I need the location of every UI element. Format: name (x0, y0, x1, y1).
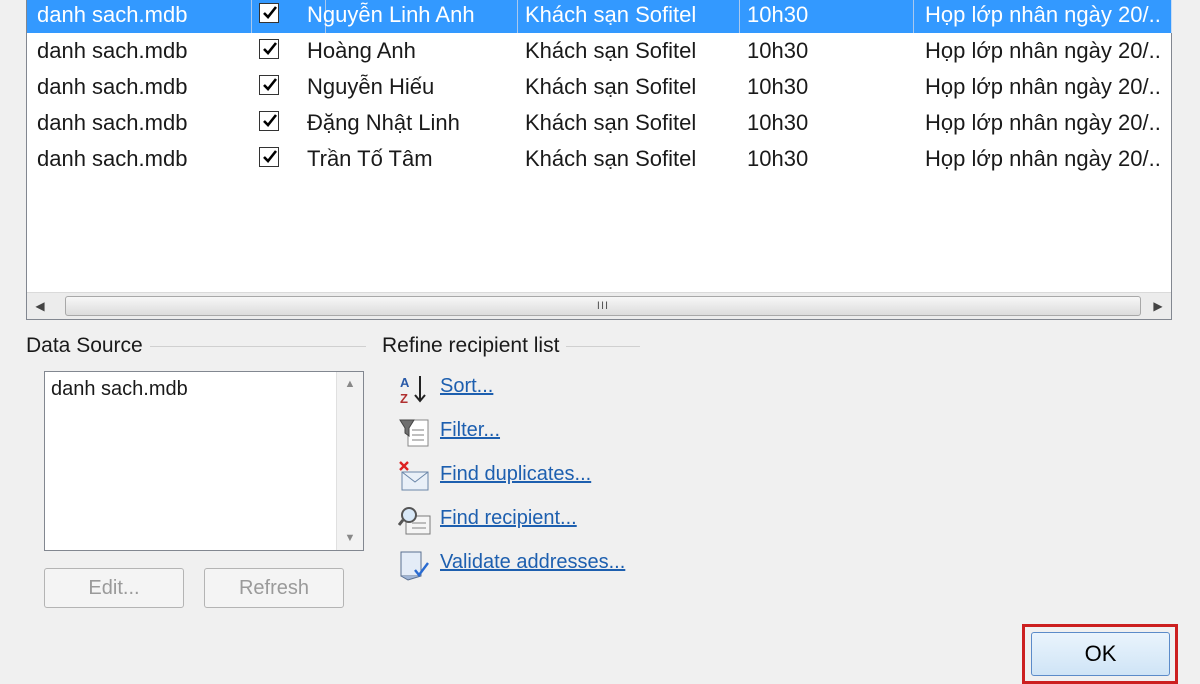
cell-name: Nguyễn Hiếu (307, 74, 435, 99)
cell-name: Nguyễn Linh Anh (307, 0, 518, 33)
table-row[interactable]: danh sach.mdb Nguyễn Hiếu Khách sạn Sofi… (27, 69, 1171, 105)
recipient-checkbox[interactable] (259, 3, 279, 23)
cell-name: Trần Tố Tâm (307, 146, 433, 171)
find-duplicates-icon (399, 461, 429, 491)
find-recipient-link[interactable]: Find recipient... (440, 507, 577, 530)
cell-location: Khách sạn Sofitel (525, 74, 697, 99)
scrollbar-grip: III (596, 300, 610, 312)
cell-note: Họp lớp nhân ngày 20/.. (925, 110, 1161, 135)
ok-button[interactable]: OK (1031, 632, 1170, 676)
svg-text:Z: Z (400, 391, 408, 406)
cell-note: Họp lớp nhân ngày 20/.. (925, 38, 1161, 63)
scroll-up-icon[interactable]: ▲ (337, 378, 363, 390)
refresh-button[interactable]: Refresh (204, 568, 344, 608)
sort-az-icon: A Z (400, 375, 426, 406)
scroll-left-icon[interactable]: ◀ (27, 293, 53, 319)
edit-button[interactable]: Edit... (44, 568, 184, 608)
cell-location: Khách sạn Sofitel (525, 110, 697, 135)
recipient-checkbox[interactable] (259, 39, 279, 59)
cell-location: Khách sạn Sofitel (525, 146, 697, 171)
cell-name: Đặng Nhật Linh (307, 110, 460, 135)
scroll-down-icon[interactable]: ▼ (337, 532, 363, 544)
filter-link[interactable]: Filter... (440, 419, 500, 442)
checkmark-icon (263, 150, 278, 163)
cell-note: Họp lớp nhân ngày 20/.. (925, 0, 1172, 33)
sort-link[interactable]: Sort... (440, 375, 493, 398)
validate-addresses-link[interactable]: Validate addresses... (440, 551, 625, 574)
filter-icon (399, 419, 429, 447)
refine-heading: Refine recipient list (382, 334, 560, 357)
cell-name: Hoàng Anh (307, 38, 416, 63)
recipient-checkbox[interactable] (259, 111, 279, 131)
cell-note: Họp lớp nhân ngày 20/.. (925, 74, 1161, 99)
cell-location: Khách sạn Sofitel (525, 0, 740, 33)
table-row[interactable]: danh sach.mdb Hoàng Anh Khách sạn Sofite… (27, 33, 1171, 69)
checkmark-icon (263, 6, 278, 19)
recipient-list[interactable]: danh sach.mdb Nguyễn Linh Anh Khách sạn … (26, 0, 1172, 320)
scrollbar-thumb[interactable]: III (65, 296, 1141, 316)
cell-data-source: danh sach.mdb (37, 0, 252, 33)
recipient-checkbox[interactable] (259, 147, 279, 167)
cell-time: 10h30 (747, 74, 809, 99)
cell-data-source: danh sach.mdb (37, 74, 188, 99)
find-duplicates-link[interactable]: Find duplicates... (440, 463, 591, 486)
checkmark-icon (263, 42, 278, 55)
validate-addresses-icon (400, 551, 429, 581)
group-divider (150, 346, 366, 347)
cell-data-source: danh sach.mdb (37, 110, 188, 135)
checkmark-icon (263, 78, 278, 91)
table-row[interactable]: danh sach.mdb Đặng Nhật Linh Khách sạn S… (27, 105, 1171, 141)
checkmark-icon (263, 114, 278, 127)
group-divider (566, 346, 640, 347)
cell-time: 10h30 (747, 110, 809, 135)
cell-time: 10h30 (747, 38, 809, 63)
cell-note: Họp lớp nhân ngày 20/.. (925, 146, 1161, 171)
data-source-heading: Data Source (26, 334, 143, 357)
vertical-scrollbar[interactable]: ▲ ▼ (336, 372, 363, 550)
cell-time: 10h30 (747, 146, 809, 171)
scroll-right-icon[interactable]: ▶ (1145, 293, 1171, 319)
data-source-list[interactable]: danh sach.mdb ▲ ▼ (44, 371, 364, 551)
recipient-checkbox[interactable] (259, 75, 279, 95)
cell-data-source: danh sach.mdb (37, 38, 188, 63)
svg-text:A: A (400, 375, 410, 390)
data-source-item[interactable]: danh sach.mdb (51, 378, 188, 401)
cell-location: Khách sạn Sofitel (525, 38, 697, 63)
cell-time: 10h30 (747, 0, 914, 33)
horizontal-scrollbar[interactable]: ◀ III ▶ (27, 292, 1171, 319)
table-row[interactable]: danh sach.mdb Trần Tố Tâm Khách sạn Sofi… (27, 141, 1171, 177)
table-row[interactable]: danh sach.mdb Nguyễn Linh Anh Khách sạn … (27, 0, 1172, 33)
cell-data-source: danh sach.mdb (37, 146, 188, 171)
find-recipient-icon (398, 507, 431, 535)
